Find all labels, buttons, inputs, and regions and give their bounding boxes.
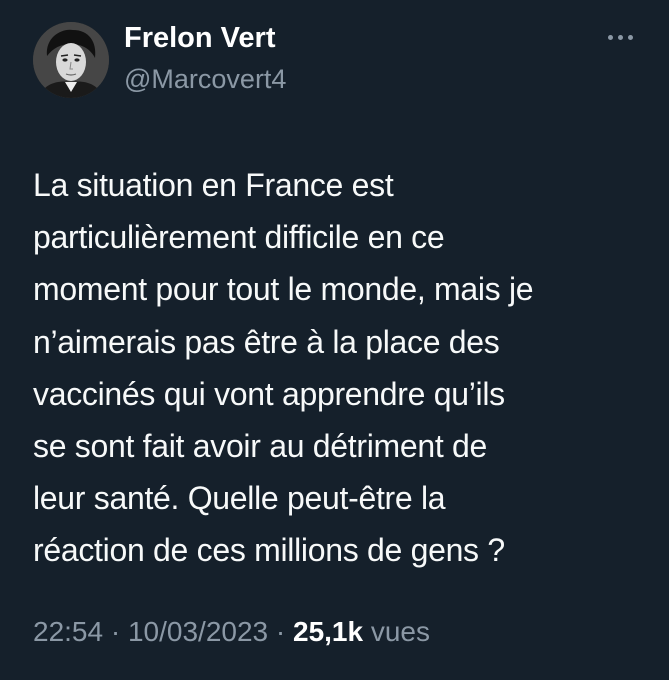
tweet-date[interactable]: 10/03/2023 [128, 616, 268, 647]
more-options-button[interactable] [600, 22, 640, 52]
author-avatar[interactable] [33, 22, 109, 98]
views-label: vues [370, 616, 431, 647]
more-horizontal-icon-dot [627, 34, 633, 40]
tweet-text: La situation en France est particulièrem… [33, 167, 534, 569]
author-display-name[interactable]: Frelon Vert [124, 20, 276, 56]
meta-separator: · [268, 616, 293, 647]
views-count[interactable]: 25,1k [293, 616, 363, 647]
more-horizontal-icon-dot [617, 34, 623, 40]
tweet-card: Frelon Vert @Marcovert4 La situation en … [0, 0, 669, 680]
author-handle[interactable]: @Marcovert4 [124, 62, 286, 96]
more-horizontal-icon-dot [607, 34, 613, 40]
tweet-meta: 22:54 · 10/03/2023 · 25,1k vues [33, 612, 430, 652]
tweet-time[interactable]: 22:54 [33, 616, 103, 647]
profile-photo-icon [33, 22, 109, 98]
meta-separator: · [103, 616, 128, 647]
